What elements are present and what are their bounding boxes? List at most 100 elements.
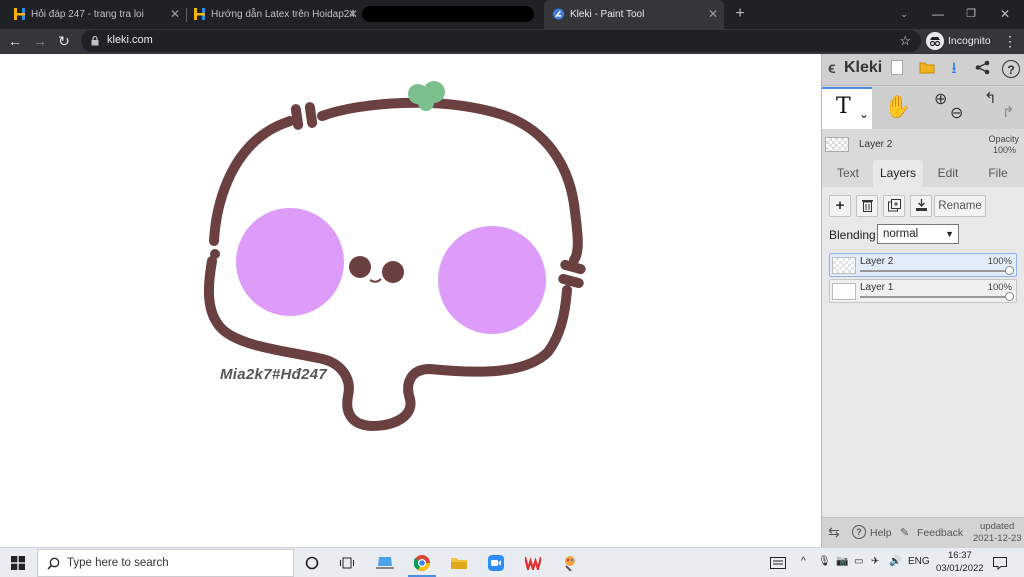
redo-icon[interactable]: ↱ [1002,103,1015,121]
duplicate-icon [887,199,901,212]
duplicate-layer-button[interactable] [883,195,905,217]
zoom-app-icon[interactable] [486,553,506,573]
new-image-icon[interactable] [888,60,906,78]
wps-office-icon[interactable] [523,553,543,574]
tab-title: Hướng dẫn Latex trên Hoidap24 [211,9,355,20]
zoom-in-icon[interactable]: ⊕ [934,89,947,109]
panel-footer: ⇆ ? Help ✎ Feedback updated 2021-12-23 [822,517,1024,547]
layer-opacity-handle[interactable] [1005,292,1014,301]
merge-layer-button[interactable] [910,195,932,217]
right-eye [382,261,404,283]
notifications-icon[interactable] [990,553,1010,573]
language-indicator[interactable]: ENG [908,556,930,567]
panel-tabs: Text Layers Edit File [822,160,1024,187]
swap-sides-icon[interactable]: ⇆ [828,524,840,541]
cortana-circle-icon[interactable] [302,553,322,573]
close-tab-icon[interactable]: ✕ [170,0,180,29]
browser-tab-latex-guide[interactable]: Hướng dẫn Latex trên Hoidap24 ✕ [194,0,360,29]
mouth [369,278,382,283]
text-tool-button[interactable]: T ⌄ [822,87,872,129]
layer-opacity-slider[interactable] [860,296,1008,298]
browser-tab-redacted[interactable] [360,0,540,29]
layer-opacity-handle[interactable] [1005,266,1014,275]
browser-menu-icon[interactable]: ⋮ [1000,31,1020,51]
camera-icon[interactable]: 📷 [836,556,848,567]
clock-date[interactable]: 03/01/2022 [936,563,984,574]
minimize-window-button[interactable]: — [928,4,948,24]
chrome-icon[interactable] [412,553,432,573]
kleki-logo-text: Kleki [844,59,883,76]
new-tab-button[interactable]: + [730,4,750,24]
chevron-down-icon: ▼ [945,229,954,239]
feedback-icon[interactable]: ✎ [900,526,909,539]
touch-keyboard-icon[interactable] [768,553,788,573]
drawing-canvas[interactable]: Mia2k7#Hđ247 [0,54,821,547]
network-icon[interactable]: ✈ [871,556,879,567]
address-bar[interactable]: kleki.com ☆ [81,30,921,52]
help-icon[interactable]: ? [852,525,866,539]
updated-date[interactable]: 2021-12-23 [973,533,1022,544]
bump-left-dot [210,249,220,259]
chevron-down-icon[interactable]: ⌄ [859,107,869,121]
layer-row-layer-1[interactable]: Layer 1 100% [829,279,1017,303]
left-cheek [236,208,344,316]
current-layer-name: Layer 2 [859,139,893,150]
zoom-out-icon[interactable]: ⊖ [950,103,963,123]
reload-icon[interactable]: ↻ [54,31,74,51]
browser-toolbar: ← → ↻ kleki.com ☆ Incognito ⋮ [0,29,1024,54]
tab-search-chevron-icon[interactable]: ⌄ [894,4,914,24]
tab-text[interactable]: Text [823,160,873,187]
browser-tab-hoidap[interactable]: Hỏi đáp 247 - trang tra loi ✕ [14,0,184,29]
drawing-illustration [203,81,586,432]
hand-tool-icon[interactable]: ✋ [874,87,922,129]
volume-icon[interactable]: 🔊 [889,556,901,567]
bookmark-star-icon[interactable]: ☆ [899,33,911,49]
layer-row-layer-2[interactable]: Layer 2 100% [829,253,1017,277]
undo-icon[interactable]: ↰ [984,89,997,107]
blending-select[interactable]: normal ▼ [877,224,959,244]
show-hidden-icons-chevron-icon[interactable]: ^ [801,556,806,567]
task-view-icon[interactable] [337,553,357,573]
layer-opacity-slider[interactable] [860,270,1008,272]
opacity-label: Opacity [988,134,1019,144]
laptop-app-icon[interactable] [375,553,395,573]
tab-title: Kleki - Paint Tool [570,9,645,20]
opacity-value: 100% [992,145,1016,155]
bump-left-1 [290,104,304,130]
help-question-icon[interactable]: ? [1002,60,1020,78]
windows-start-icon[interactable] [8,553,28,573]
incognito-label: Incognito [948,35,991,47]
layers-panel: + Rename Blending normal ▼ Layer 2 100% … [822,187,1024,517]
battery-icon[interactable]: ▭ [854,556,863,567]
layer-name: Layer 2 [860,256,894,267]
taskbar-search-box[interactable]: Type here to search [37,549,294,577]
tab-layers[interactable]: Layers [873,160,923,187]
back-arrow-icon[interactable]: ← [5,31,25,51]
open-folder-icon[interactable] [918,60,936,78]
rename-layer-button[interactable]: Rename [934,195,986,217]
browser-tab-kleki[interactable]: Kleki - Paint Tool ✕ [544,0,724,29]
close-tab-icon[interactable]: ✕ [708,0,718,29]
delete-layer-button[interactable] [856,195,878,217]
close-window-button[interactable]: ✕ [995,4,1015,24]
share-icon[interactable] [973,60,991,78]
incognito-avatar-icon[interactable] [926,32,944,50]
paint-app-icon[interactable] [560,553,580,573]
download-icon[interactable]: ⭳ [945,60,963,78]
microphone-icon[interactable]: 🎙 [818,556,831,567]
windows-taskbar: Type here to search ^ 🎙 📷 ▭ ✈ 🔊 ENG 16:3… [0,547,1024,577]
redaction-scribble [362,6,534,22]
clock-time[interactable]: 16:37 [948,550,972,561]
feedback-link[interactable]: Feedback [917,527,963,539]
close-tab-icon[interactable]: ✕ [348,0,358,29]
browser-tab-strip: Hỏi đáp 247 - trang tra loi ✕ Hướng dẫn … [0,0,1024,29]
tab-file[interactable]: File [973,160,1023,187]
restore-window-button[interactable]: ❐ [961,4,981,24]
tab-edit[interactable]: Edit [923,160,973,187]
file-explorer-icon[interactable] [449,553,469,573]
tool-row: T ⌄ ✋ ⊕ ⊖ ↰ ↱ [822,87,1024,129]
outline-top-right [317,97,583,265]
add-layer-button[interactable]: + [829,195,851,217]
help-link[interactable]: Help [870,527,892,539]
forward-arrow-icon[interactable]: → [30,31,50,51]
